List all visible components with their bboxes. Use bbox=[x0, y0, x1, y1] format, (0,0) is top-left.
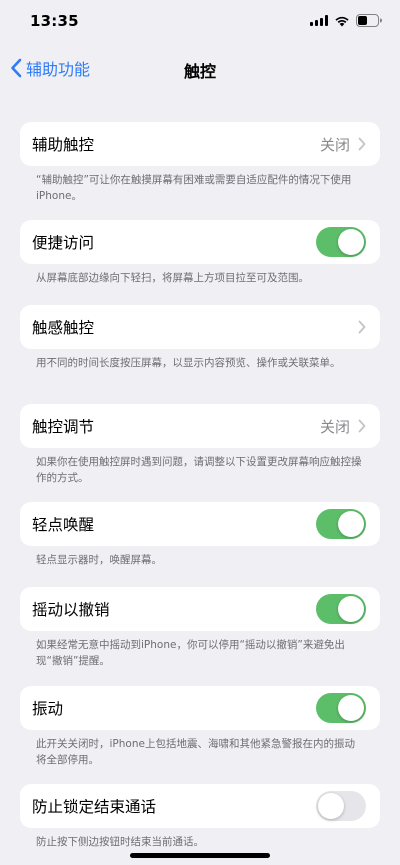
shake-to-undo-row: 摇动以撤销 bbox=[20, 587, 380, 631]
tap-to-wake-footer: 轻点显示器时，唤醒屏幕。 bbox=[36, 554, 162, 566]
group-prevent-lock-end-call: 防止锁定结束通话 防止按下侧边按钮时结束当前通话。 bbox=[20, 784, 380, 850]
vibration-row: 振动 bbox=[20, 686, 380, 730]
group-reachability: 便捷访问 从屏幕底部边缘向下轻扫，将屏幕上方项目拉至可及范围。 bbox=[20, 220, 380, 286]
nav-bar: 辅助功能 触控 bbox=[0, 44, 400, 92]
reachability-row: 便捷访问 bbox=[20, 220, 380, 264]
assistive-touch-row[interactable]: 辅助触控 关闭 bbox=[20, 122, 380, 166]
reachability-footer: 从屏幕底部边缘向下轻扫，将屏幕上方项目拉至可及范围。 bbox=[36, 272, 309, 284]
chevron-right-icon bbox=[358, 320, 366, 334]
shake-to-undo-label: 摇动以撤销 bbox=[32, 601, 110, 619]
touch-accommodations-row[interactable]: 触控调节 关闭 bbox=[20, 404, 380, 448]
page-title: 触控 bbox=[183, 62, 216, 81]
group-shake-to-undo: 摇动以撤销 如果经常无意中摇动到iPhone，你可以停用“摇动以撤销”来避免出现… bbox=[20, 587, 380, 669]
haptic-touch-accessory bbox=[358, 320, 366, 334]
tap-to-wake-row: 轻点唤醒 bbox=[20, 502, 380, 546]
prevent-lock-end-call-toggle[interactable] bbox=[316, 791, 366, 821]
prevent-lock-end-call-row: 防止锁定结束通话 bbox=[20, 784, 380, 828]
vibration-toggle[interactable] bbox=[316, 693, 366, 723]
toggle-knob bbox=[338, 695, 364, 721]
touch-accommodations-label: 触控调节 bbox=[32, 418, 95, 436]
tap-to-wake-toggle[interactable] bbox=[316, 509, 366, 539]
chevron-right-icon bbox=[358, 419, 366, 433]
battery-icon bbox=[356, 14, 382, 27]
status-bar: 13:35 bbox=[0, 0, 400, 44]
haptic-touch-row[interactable]: 触感触控 bbox=[20, 305, 380, 349]
reachability-label: 便捷访问 bbox=[32, 234, 95, 252]
vibration-label: 振动 bbox=[32, 700, 64, 718]
home-indicator[interactable] bbox=[130, 853, 270, 858]
prevent-lock-end-call-label: 防止锁定结束通话 bbox=[32, 798, 157, 816]
assistive-touch-label: 辅助触控 bbox=[32, 136, 95, 154]
assistive-touch-footer: “辅助触控”可让你在触摸屏幕有困难或需要自适应配件的情况下使用iPhone。 bbox=[36, 174, 352, 202]
assistive-touch-value: 关闭 bbox=[319, 135, 350, 154]
wifi-icon bbox=[334, 15, 350, 27]
toggle-knob bbox=[338, 596, 364, 622]
vibration-footer: 此开关关闭时，iPhone上包括地震、海啸和其他紧急警报在内的振动将全部停用。 bbox=[36, 738, 355, 766]
tap-to-wake-label: 轻点唤醒 bbox=[32, 516, 95, 534]
toggle-knob bbox=[338, 511, 364, 537]
signal-icon bbox=[310, 15, 328, 26]
touch-accommodations-footer: 如果你在使用触控屏时遇到问题，请调整以下设置更改屏幕响应触控操作的方式。 bbox=[36, 456, 362, 484]
status-icons bbox=[310, 14, 382, 27]
haptic-touch-label: 触感触控 bbox=[32, 319, 95, 337]
group-assistive-touch: 辅助触控 关闭 “辅助触控”可让你在触摸屏幕有困难或需要自适应配件的情况下使用i… bbox=[20, 122, 380, 204]
prevent-lock-end-call-footer: 防止按下侧边按钮时结束当前通话。 bbox=[36, 836, 204, 848]
toggle-knob bbox=[338, 229, 364, 255]
toggle-knob bbox=[318, 793, 344, 819]
group-tap-to-wake: 轻点唤醒 轻点显示器时，唤醒屏幕。 bbox=[20, 502, 380, 568]
assistive-touch-accessory: 关闭 bbox=[320, 134, 366, 155]
shake-to-undo-toggle[interactable] bbox=[316, 594, 366, 624]
shake-to-undo-footer: 如果经常无意中摇动到iPhone，你可以停用“摇动以撤销”来避免出现“撤销”提醒… bbox=[36, 639, 345, 667]
chevron-right-icon bbox=[358, 137, 366, 151]
haptic-touch-footer: 用不同的时间长度按压屏幕，以显示内容预览、操作或关联菜单。 bbox=[36, 357, 341, 369]
group-touch-accommodations: 触控调节 关闭 如果你在使用触控屏时遇到问题，请调整以下设置更改屏幕响应触控操作… bbox=[20, 404, 380, 486]
touch-accommodations-value: 关闭 bbox=[319, 417, 350, 436]
group-vibration: 振动 此开关关闭时，iPhone上包括地震、海啸和其他紧急警报在内的振动将全部停… bbox=[20, 686, 380, 768]
reachability-toggle[interactable] bbox=[316, 227, 366, 257]
status-time: 13:35 bbox=[30, 12, 79, 30]
group-haptic-touch: 触感触控 用不同的时间长度按压屏幕，以显示内容预览、操作或关联菜单。 bbox=[20, 305, 380, 371]
touch-accommodations-accessory: 关闭 bbox=[320, 416, 366, 437]
